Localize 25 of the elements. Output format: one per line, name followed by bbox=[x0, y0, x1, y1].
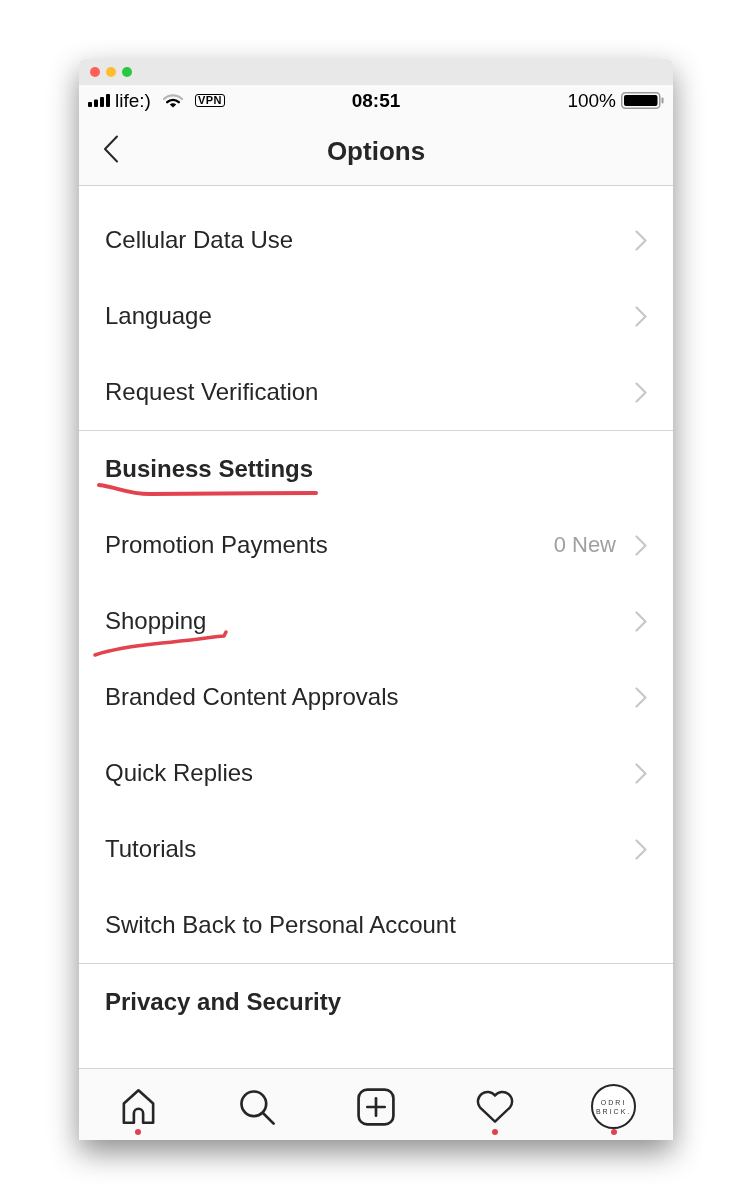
vpn-indicator: VPN bbox=[194, 94, 226, 107]
settings-menu-item[interactable]: Quick Replies bbox=[79, 735, 673, 811]
heart-icon bbox=[474, 1089, 515, 1124]
screen-title: Options bbox=[326, 137, 426, 164]
settings-menu-item[interactable]: Branded Content Approvals bbox=[79, 659, 673, 735]
back-button[interactable] bbox=[101, 134, 121, 164]
signal-bars-icon bbox=[88, 94, 111, 107]
settings-menu-item[interactable]: Cellular Data Use bbox=[79, 202, 673, 278]
status-time: 08:51 bbox=[351, 91, 401, 110]
settings-menu-item[interactable]: Language bbox=[79, 278, 673, 354]
section-header: Privacy and Security bbox=[105, 988, 342, 1016]
settings-menu-item[interactable]: Promotion Payments 0 New bbox=[79, 507, 673, 583]
battery-percentage: 100% bbox=[567, 91, 616, 110]
settings-menu-item[interactable]: Tutorials bbox=[79, 811, 673, 887]
wifi-icon bbox=[162, 93, 183, 108]
plus-square-icon bbox=[357, 1087, 395, 1126]
battery-icon bbox=[621, 92, 664, 109]
item-detail: 0 New bbox=[553, 531, 616, 559]
back-chevron-icon bbox=[103, 135, 119, 163]
search-icon bbox=[238, 1087, 277, 1126]
section-header: Business Settings bbox=[105, 455, 314, 483]
settings-menu-item[interactable]: Switch Back to Personal Account bbox=[79, 887, 673, 963]
settings-menu-item[interactable]: Shopping bbox=[79, 583, 673, 659]
carrier-name: life:) bbox=[115, 91, 151, 110]
settings-menu-item[interactable]: Request Verification bbox=[79, 354, 673, 430]
